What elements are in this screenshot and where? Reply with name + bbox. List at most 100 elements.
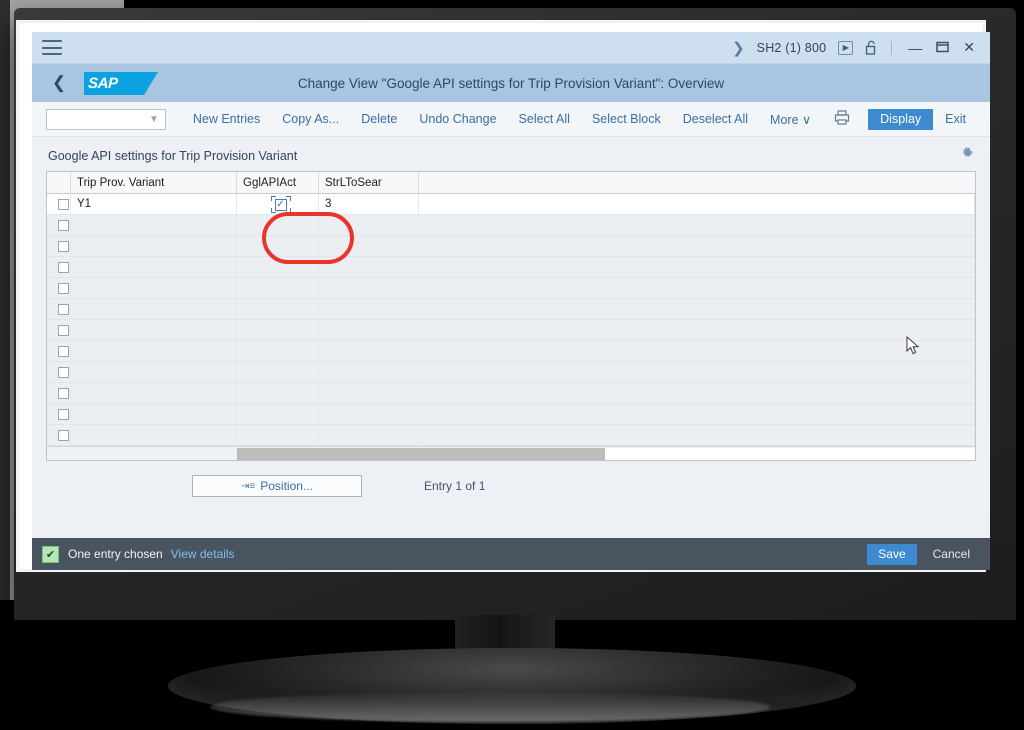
back-chevron-icon[interactable]: ❮ [42,73,76,93]
table-row[interactable]: Y1 ✓ 3 [47,194,975,215]
row-checkbox[interactable] [58,346,69,357]
row-select-cell[interactable] [47,278,71,298]
cell-strltosear[interactable] [319,383,419,403]
table-row[interactable] [47,278,975,299]
cancel-button[interactable]: Cancel [923,544,980,564]
table-row[interactable] [47,362,975,383]
row-checkbox[interactable] [58,430,69,441]
row-checkbox[interactable] [58,220,69,231]
select-all-button[interactable]: Select All [508,112,581,126]
new-entries-button[interactable]: New Entries [182,112,271,126]
chevron-right-icon[interactable]: ❯ [728,39,757,57]
copy-as-button[interactable]: Copy As... [271,112,350,126]
cell-gglapiact[interactable] [237,278,319,298]
row-checkbox[interactable] [58,325,69,336]
cell-trip-prov-variant[interactable]: Y1 [71,194,237,214]
row-select-cell[interactable] [47,320,71,340]
gglapiact-checkbox[interactable]: ✓ [271,196,291,213]
row-select-cell[interactable] [47,362,71,382]
row-select-cell[interactable] [47,425,71,445]
row-select-cell[interactable] [47,299,71,319]
deselect-all-button[interactable]: Deselect All [672,112,759,126]
row-checkbox[interactable] [58,409,69,420]
play-icon[interactable]: ▶ [838,41,853,55]
row-select-cell[interactable] [47,341,71,361]
row-select-cell[interactable] [47,383,71,403]
table-horizontal-scrollbar[interactable] [47,446,975,460]
row-select-cell[interactable] [47,215,71,235]
printer-icon[interactable] [822,110,862,128]
cell-strltosear[interactable] [319,341,419,361]
table-row[interactable] [47,404,975,425]
cell-strltosear[interactable] [319,425,419,445]
cell-gglapiact[interactable] [237,320,319,340]
cell-trip-prov-variant[interactable] [71,215,237,235]
table-row[interactable] [47,257,975,278]
cell-strltosear[interactable] [319,404,419,424]
row-select-cell[interactable] [47,236,71,256]
undo-change-button[interactable]: Undo Change [408,112,507,126]
row-checkbox[interactable] [58,388,69,399]
cell-trip-prov-variant[interactable] [71,320,237,340]
cell-gglapiact[interactable] [237,425,319,445]
cell-strltosear[interactable] [319,320,419,340]
cell-strltosear[interactable] [319,257,419,277]
unlocked-padlock-icon[interactable] [865,40,878,55]
cell-strltosear[interactable] [319,278,419,298]
cell-trip-prov-variant[interactable] [71,425,237,445]
save-button[interactable]: Save [867,544,916,565]
cell-gglapiact[interactable] [237,404,319,424]
close-button[interactable]: ✕ [956,39,982,56]
cell-trip-prov-variant[interactable] [71,278,237,298]
exit-button[interactable]: Exit [939,112,976,126]
display-button[interactable]: Display [868,109,933,130]
maximize-button[interactable] [929,40,956,56]
column-header-gglapiact[interactable]: GglAPIAct [237,172,319,193]
cell-trip-prov-variant[interactable] [71,362,237,382]
table-row[interactable] [47,299,975,320]
cell-strltosear[interactable] [319,362,419,382]
table-row[interactable] [47,320,975,341]
column-header-trip-prov-variant[interactable]: Trip Prov. Variant [71,172,237,193]
row-checkbox[interactable] [58,199,69,210]
cell-gglapiact[interactable] [237,299,319,319]
row-select-cell[interactable] [47,194,71,214]
cell-strltosear[interactable] [319,215,419,235]
cell-gglapiact[interactable] [237,362,319,382]
table-row[interactable] [47,341,975,362]
cell-gglapiact[interactable] [237,341,319,361]
row-checkbox[interactable] [58,262,69,273]
cell-strltosear[interactable]: 3 [319,194,419,214]
row-checkbox[interactable] [58,304,69,315]
table-row[interactable] [47,215,975,236]
cell-gglapiact[interactable] [237,257,319,277]
scrollbar-thumb[interactable] [237,448,605,460]
table-row[interactable] [47,383,975,404]
cell-strltosear[interactable] [319,299,419,319]
cell-gglapiact[interactable] [237,236,319,256]
variant-select[interactable]: ▼ [46,109,166,130]
scrollbar-track[interactable] [605,448,975,460]
delete-button[interactable]: Delete [350,112,408,126]
row-checkbox[interactable] [58,283,69,294]
cell-trip-prov-variant[interactable] [71,404,237,424]
cell-gglapiact[interactable]: ✓ [237,194,319,214]
cell-trip-prov-variant[interactable] [71,341,237,361]
row-select-cell[interactable] [47,404,71,424]
column-header-strltosear[interactable]: StrLToSear [319,172,419,193]
cell-trip-prov-variant[interactable] [71,236,237,256]
cell-gglapiact[interactable] [237,383,319,403]
cell-trip-prov-variant[interactable] [71,299,237,319]
table-row[interactable] [47,236,975,257]
minimize-button[interactable]: — [901,40,929,56]
row-select-cell[interactable] [47,257,71,277]
cell-trip-prov-variant[interactable] [71,257,237,277]
row-checkbox[interactable] [58,241,69,252]
hamburger-menu-icon[interactable] [42,40,62,55]
cell-trip-prov-variant[interactable] [71,383,237,403]
view-details-link[interactable]: View details [171,547,235,561]
table-row[interactable] [47,425,975,446]
gear-icon[interactable] [961,147,974,160]
row-checkbox[interactable] [58,367,69,378]
select-block-button[interactable]: Select Block [581,112,672,126]
